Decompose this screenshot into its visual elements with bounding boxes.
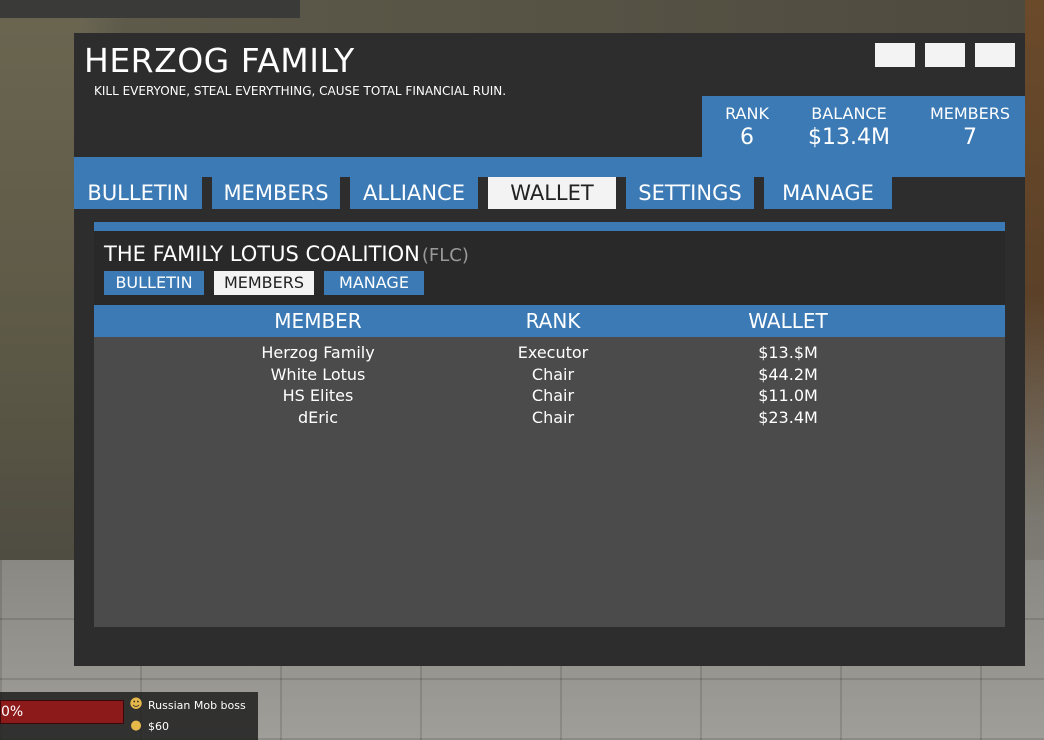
tab-settings[interactable]: SETTINGS	[626, 177, 754, 209]
stat-balance-label: BALANCE	[811, 104, 887, 123]
stat-rank: RANK 6	[714, 104, 780, 150]
table-row[interactable]: Herzog Family Executor $13.$M	[94, 342, 1005, 364]
cell-rank: Chair	[531, 365, 575, 384]
stat-rank-value: 6	[740, 125, 754, 150]
window-button-1[interactable]	[875, 43, 915, 67]
table-row[interactable]: White Lotus Chair $44.2M	[94, 364, 1005, 386]
stat-members: MEMBERS 7	[925, 104, 1015, 150]
cell-rank: Chair	[531, 386, 575, 405]
job-icon: ☻	[129, 697, 143, 712]
health-bar: 0%	[0, 700, 124, 724]
tab-bar-band	[74, 157, 1025, 177]
player-hud: 0% ☻ Russian Mob boss ● $60	[0, 692, 258, 740]
cell-member: White Lotus	[270, 365, 366, 384]
column-member[interactable]: MEMBER	[218, 305, 418, 337]
money-icon: ●	[130, 718, 142, 733]
tab-members[interactable]: MEMBERS	[212, 177, 340, 209]
column-rank[interactable]: RANK	[453, 305, 653, 337]
family-window: HERZOG FAMILY KILL EVERYONE, STEAL EVERY…	[74, 33, 1025, 666]
cell-rank: Chair	[531, 408, 575, 427]
window-button-3[interactable]	[975, 43, 1015, 67]
stat-rank-label: RANK	[725, 104, 769, 123]
cell-wallet: $11.0M	[758, 386, 818, 405]
alliance-title: THE FAMILY LOTUS COALITION (FLC)	[104, 242, 469, 266]
column-wallet[interactable]: WALLET	[688, 305, 888, 337]
family-motto: KILL EVERYONE, STEAL EVERYTHING, CAUSE T…	[94, 84, 507, 98]
cell-rank: Executor	[517, 343, 589, 362]
tab-bulletin[interactable]: BULLETIN	[74, 177, 202, 209]
background-top-bar	[0, 0, 300, 18]
alliance-content: THE FAMILY LOTUS COALITION (FLC) BULLETIN…	[94, 222, 1005, 627]
cell-wallet: $23.4M	[758, 408, 818, 427]
subtab-manage[interactable]: MANAGE	[324, 271, 424, 295]
table-row[interactable]: HS Elites Chair $11.0M	[94, 385, 1005, 407]
table-row[interactable]: dEric Chair $23.4M	[94, 407, 1005, 429]
alliance-tag: (FLC)	[421, 245, 469, 266]
tab-wallet[interactable]: WALLET	[488, 177, 616, 209]
alliance-name: THE FAMILY LOTUS COALITION	[104, 242, 420, 266]
job-label: Russian Mob boss	[148, 699, 246, 712]
background-wall	[0, 0, 80, 600]
subtab-bulletin[interactable]: BULLETIN	[104, 271, 204, 295]
money-label: $60	[148, 720, 169, 733]
health-text: 0%	[1, 704, 24, 720]
family-stats: RANK 6 BALANCE $13.4M MEMBERS 7	[702, 96, 1025, 157]
content-top-line	[94, 222, 1005, 231]
window-button-2[interactable]	[925, 43, 965, 67]
cell-wallet: $44.2M	[758, 365, 818, 384]
cell-member: Herzog Family	[261, 343, 375, 362]
tab-manage[interactable]: MANAGE	[764, 177, 892, 209]
family-name: HERZOG FAMILY	[84, 41, 355, 80]
stat-members-label: MEMBERS	[929, 104, 1011, 123]
cell-member: dEric	[297, 408, 339, 427]
cell-wallet: $13.$M	[758, 343, 818, 362]
members-table-header: MEMBER RANK WALLET	[94, 305, 1005, 337]
stat-balance: BALANCE $13.4M	[802, 104, 896, 150]
stat-members-value: 7	[963, 125, 977, 150]
tab-alliance[interactable]: ALLIANCE	[350, 177, 478, 209]
members-table-body: Herzog Family Executor $13.$M White Lotu…	[94, 337, 1005, 627]
subtab-members[interactable]: MEMBERS	[214, 271, 314, 295]
cell-member: HS Elites	[282, 386, 354, 405]
stat-balance-value: $13.4M	[808, 125, 890, 150]
